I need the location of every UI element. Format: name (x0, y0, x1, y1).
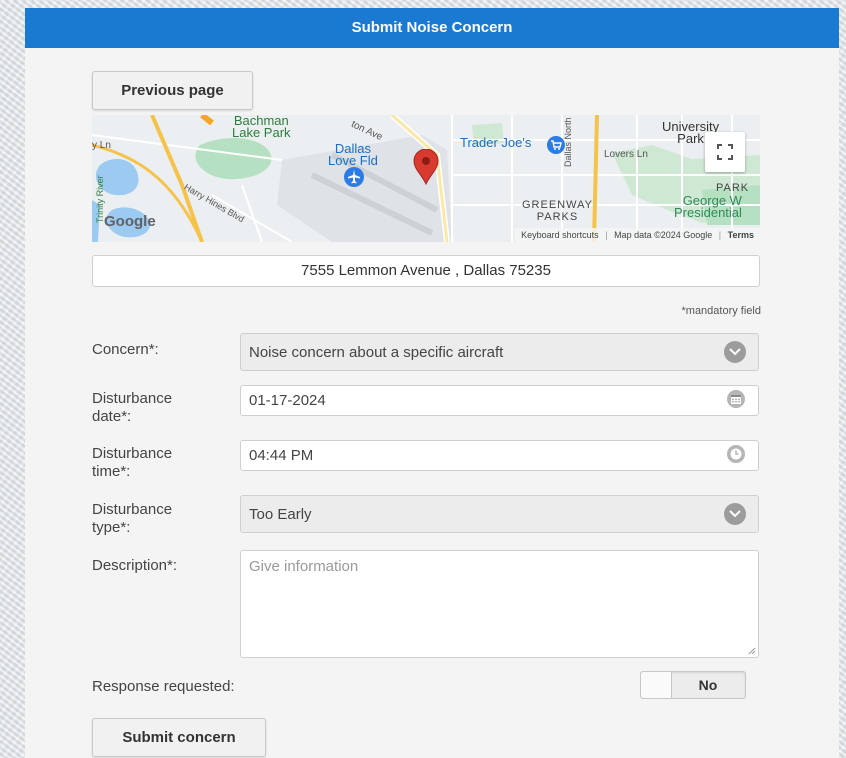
submit-concern-button[interactable]: Submit concern (92, 718, 266, 757)
noise-concern-panel: Submit Noise Concern Previous page Bachm… (25, 8, 839, 758)
google-logo: Google (104, 213, 156, 230)
airport-icon (344, 167, 364, 187)
map-label-greenway-parks: GREENWAY PARKS (522, 199, 593, 223)
page-header: Submit Noise Concern (25, 8, 839, 48)
toggle-state-label: No (698, 677, 718, 693)
description-placeholder: Give information (249, 558, 359, 575)
disturbance-type-select[interactable]: Too Early (240, 495, 759, 533)
map-attribution: Keyboard shortcuts | Map data ©2024 Goog… (515, 228, 760, 242)
address-display: 7555 Lemmon Avenue , Dallas 75235 (92, 255, 760, 287)
map-label-dallas-love-field: Dallas Love Fld (328, 141, 378, 168)
mandatory-field-note: *mandatory field (681, 305, 762, 317)
map-label-trader-joes: Trader Joe's (460, 135, 532, 150)
disturbance-date-label: Disturbance date*: (92, 390, 173, 425)
map-label-lovers-ln-left: y Ln (92, 140, 111, 151)
disturbance-date-input[interactable]: 01-17-2024 (240, 385, 759, 416)
concern-label: Concern*: (92, 341, 159, 358)
map-pin-icon[interactable] (412, 149, 440, 185)
chevron-down-icon (724, 341, 746, 363)
keyboard-shortcuts-link[interactable]: Keyboard shortcuts (521, 230, 599, 240)
map-label-bachman-lake: Bachman Lake Park (232, 115, 291, 140)
response-requested-label: Response requested: (92, 678, 235, 695)
calendar-icon[interactable] (726, 389, 746, 413)
disturbance-time-label: Disturbance time*: (92, 445, 173, 480)
response-requested-toggle[interactable]: No (640, 671, 746, 699)
previous-page-button[interactable]: Previous page (92, 71, 253, 110)
concern-select[interactable]: Noise concern about a specific aircraft (240, 333, 759, 371)
map-data-credit: Map data ©2024 Google (614, 230, 713, 240)
disturbance-date-value: 01-17-2024 (249, 392, 326, 409)
clock-icon[interactable] (726, 444, 746, 468)
map-label-lovers-ln-right: Lovers Ln (604, 149, 648, 160)
disturbance-type-value: Too Early (249, 505, 312, 523)
map-fullscreen-button[interactable] (705, 132, 745, 172)
resize-handle-icon[interactable] (746, 645, 756, 655)
toggle-knob (641, 672, 672, 698)
shopping-cart-icon (547, 136, 565, 154)
fullscreen-icon (717, 144, 733, 160)
chevron-down-icon (724, 503, 746, 525)
disturbance-time-value: 04:44 PM (249, 447, 314, 464)
location-map[interactable]: Bachman Lake Park Dallas Love Fld Trader… (92, 115, 760, 242)
terms-link[interactable]: Terms (728, 230, 754, 240)
disturbance-time-input[interactable]: 04:44 PM (240, 440, 759, 471)
description-textarea[interactable]: Give information (240, 550, 759, 658)
map-label-george-w: George W Presidential (674, 193, 742, 220)
disturbance-type-label: Disturbance type*: (92, 501, 173, 536)
description-label: Description*: (92, 557, 178, 574)
concern-value: Noise concern about a specific aircraft (249, 343, 504, 361)
